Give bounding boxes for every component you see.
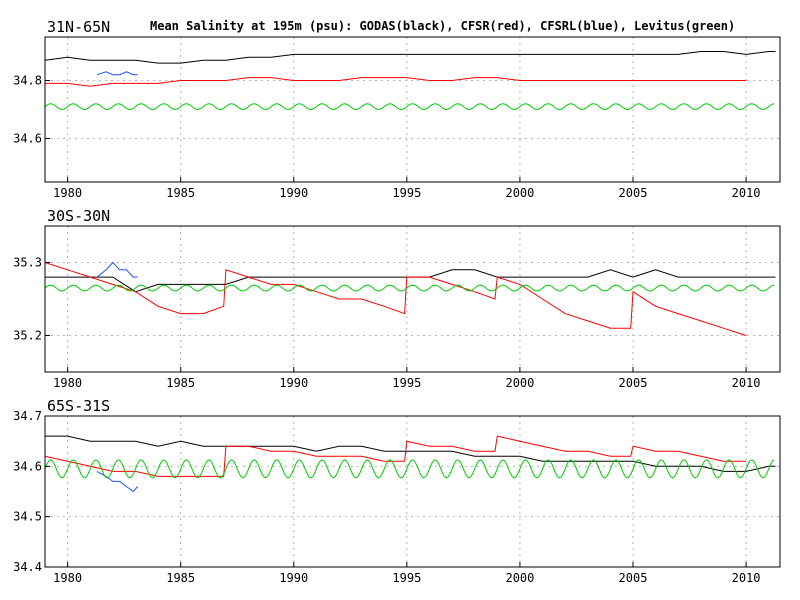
y-tick-label: 34.6 xyxy=(13,459,42,473)
x-tick-label: 1990 xyxy=(279,571,308,585)
x-tick-label: 1995 xyxy=(392,376,421,390)
x-tick-label: 1990 xyxy=(279,186,308,200)
x-tick-label: 2010 xyxy=(732,571,761,585)
x-tick-label: 2005 xyxy=(619,186,648,200)
y-tick-label: 34.7 xyxy=(13,409,42,423)
panel-label: 30S-30N xyxy=(47,207,110,225)
x-tick-label: 1995 xyxy=(392,186,421,200)
x-tick-label: 2005 xyxy=(619,376,648,390)
x-tick-label: 2010 xyxy=(732,376,761,390)
x-tick-label: 2005 xyxy=(619,571,648,585)
x-tick-label: 2000 xyxy=(505,376,534,390)
x-tick-label: 2000 xyxy=(505,571,534,585)
y-tick-label: 34.4 xyxy=(13,560,42,574)
y-tick-label: 35.3 xyxy=(13,256,42,270)
x-tick-label: 1985 xyxy=(166,571,195,585)
panel-label: 65S-31S xyxy=(47,397,110,415)
x-tick-label: 1985 xyxy=(166,186,195,200)
salinity-figure: Mean Salinity at 195m (psu): GODAS(black… xyxy=(0,0,800,600)
y-tick-label: 35.2 xyxy=(13,329,42,343)
panel-label: 31N-65N xyxy=(47,18,110,36)
x-tick-label: 2000 xyxy=(505,186,534,200)
x-tick-label: 1990 xyxy=(279,376,308,390)
x-tick-label: 1980 xyxy=(53,186,82,200)
y-tick-label: 34.6 xyxy=(13,132,42,146)
y-tick-label: 34.5 xyxy=(13,510,42,524)
x-tick-label: 2010 xyxy=(732,186,761,200)
x-tick-label: 1995 xyxy=(392,571,421,585)
figure-title: Mean Salinity at 195m (psu): GODAS(black… xyxy=(150,19,735,33)
figure-background xyxy=(0,0,800,600)
x-tick-label: 1980 xyxy=(53,571,82,585)
y-tick-label: 34.8 xyxy=(13,74,42,88)
x-tick-label: 1985 xyxy=(166,376,195,390)
x-tick-label: 1980 xyxy=(53,376,82,390)
